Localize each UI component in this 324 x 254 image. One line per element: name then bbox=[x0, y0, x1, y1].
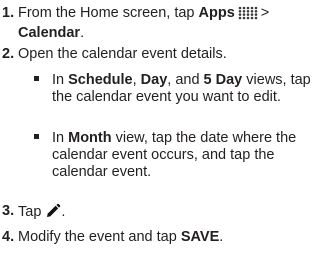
apps-label: Apps bbox=[198, 5, 235, 21]
step-text-part: Tap bbox=[18, 204, 42, 220]
instructions-document: 1. From the Home screen, tap Apps > Calen… bbox=[0, 0, 324, 254]
bullet-text: In Month view, tap the date where the ca… bbox=[52, 130, 318, 181]
pencil-edit-icon bbox=[45, 203, 61, 224]
save-label: SAVE bbox=[180, 229, 220, 245]
bullet-marker bbox=[34, 134, 39, 139]
step-text: Modify the event and tap SAVE. bbox=[18, 229, 320, 246]
step-text-part: . bbox=[61, 204, 66, 220]
step-text-part: . bbox=[80, 25, 85, 41]
step-text-part: . bbox=[219, 229, 224, 245]
five-day-label: 5 Day bbox=[203, 72, 243, 88]
text-part: , and bbox=[167, 72, 204, 88]
step-text: Tap . bbox=[18, 203, 320, 224]
calendar-label: Calendar bbox=[18, 25, 81, 41]
text-part: In bbox=[52, 130, 69, 146]
step-text-part: Modify the event and tap bbox=[18, 229, 181, 245]
step-number: 3. bbox=[2, 203, 15, 219]
separator: > bbox=[260, 5, 270, 21]
step-number: 1. bbox=[2, 5, 15, 21]
text-part: In bbox=[52, 72, 69, 88]
bullet-text: In Schedule, Day, and 5 Day views, tap t… bbox=[52, 72, 318, 106]
step-number: 4. bbox=[2, 229, 15, 245]
bullet-marker bbox=[34, 76, 39, 81]
month-label: Month bbox=[68, 130, 112, 146]
step-text: From the Home screen, tap Apps > Calendar… bbox=[18, 5, 320, 42]
step-number: 2. bbox=[2, 46, 15, 62]
schedule-label: Schedule bbox=[68, 72, 133, 88]
apps-grid-icon bbox=[238, 6, 258, 25]
step-text: Open the calendar event details. bbox=[18, 46, 227, 62]
day-label: Day bbox=[140, 72, 168, 88]
text-part: , bbox=[132, 72, 141, 88]
step-text-part: From the Home screen, tap bbox=[18, 5, 199, 21]
